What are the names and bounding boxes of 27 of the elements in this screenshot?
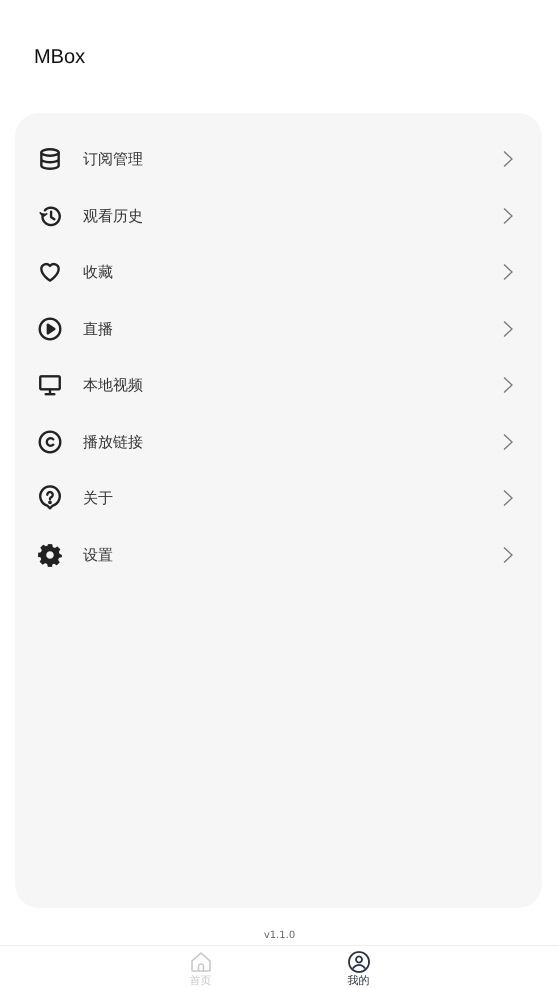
nav-tab[interactable]: 我的 [330,946,388,989]
chevron-icon [502,376,514,394]
chevron-icon [502,206,514,225]
app-title: MBox [34,46,86,68]
monitor-icon [37,372,63,398]
play-icon [37,316,63,342]
chevron-icon [502,489,514,508]
chevron-icon [502,320,514,338]
help-icon [37,485,63,512]
menu-item[interactable]: 设置 [15,526,542,583]
chevron-icon [502,546,514,564]
menu-item[interactable]: 直播 [15,300,542,357]
menu-item[interactable]: 收藏 [15,244,542,300]
menu-item[interactable]: 关于 [15,470,542,526]
user-icon [346,950,370,974]
copyright-icon [37,428,63,455]
database-icon [37,146,63,172]
home-icon [188,950,212,974]
menu-item[interactable]: 订阅管理 [15,131,542,188]
menu-item[interactable]: 播放链接 [15,414,542,470]
chevron-icon [502,432,514,451]
chevron-icon [502,263,514,282]
menu-item[interactable]: 观看历史 [15,188,542,244]
version-text: v1.1.0 [264,930,296,941]
chevron-icon [502,150,514,168]
menu-item[interactable]: 本地视频 [15,357,542,414]
gear-icon [37,542,63,568]
